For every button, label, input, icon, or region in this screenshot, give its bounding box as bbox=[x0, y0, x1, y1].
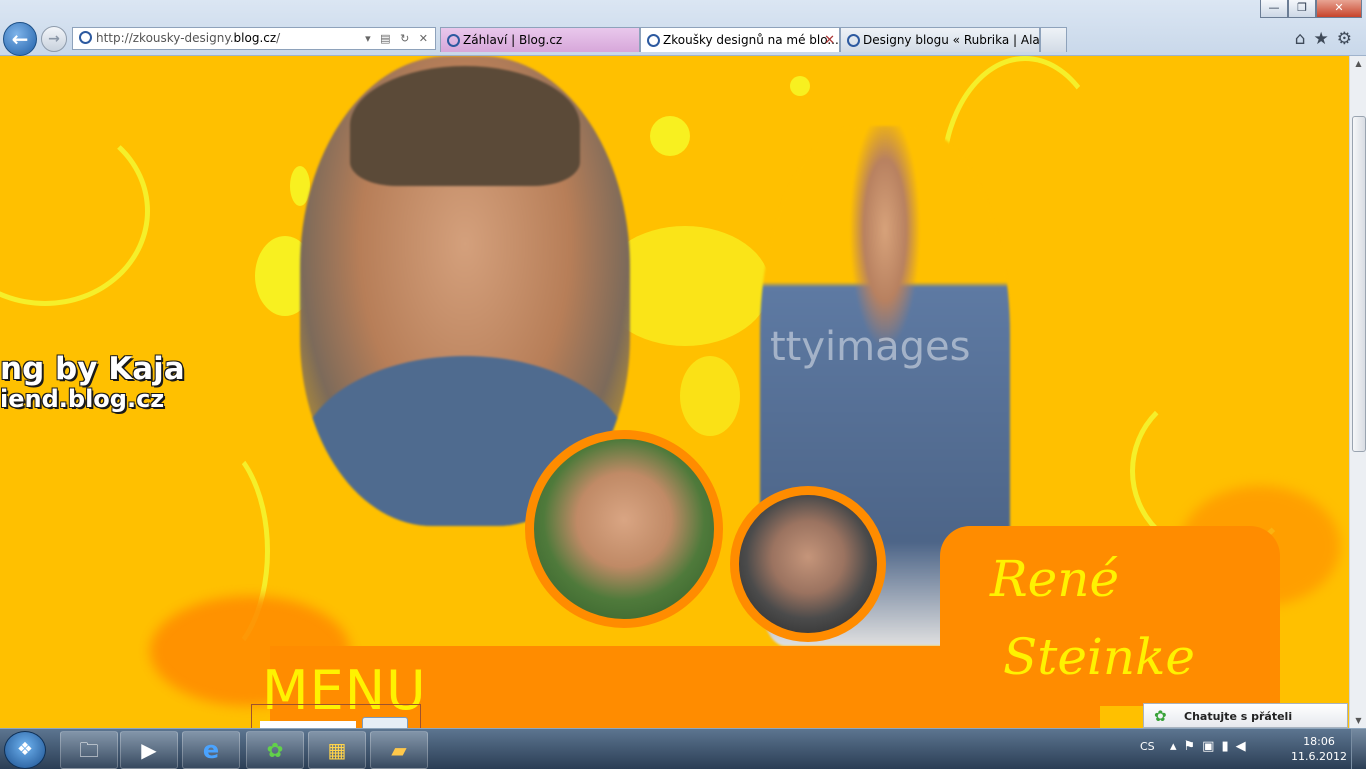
tab-zahlavi[interactable]: Záhlaví | Blog.cz bbox=[440, 27, 640, 52]
restore-button[interactable]: ❐ bbox=[1288, 0, 1316, 18]
name-first: René bbox=[990, 550, 1120, 608]
clock[interactable]: 18:06 11.6.2012 bbox=[1290, 734, 1348, 764]
url-domain: blog.cz bbox=[233, 31, 277, 45]
url-prefix: http://zkousky-designy. bbox=[96, 31, 234, 45]
address-tools[interactable]: ▾ ▤ ↻ ✕ bbox=[365, 28, 431, 49]
new-tab-button[interactable] bbox=[1040, 27, 1067, 52]
paint-splash bbox=[680, 356, 740, 436]
icq-icon: ✿ bbox=[266, 738, 284, 762]
tab-favicon-icon bbox=[647, 34, 660, 47]
window-controls: — ❐ ✕ bbox=[1260, 0, 1362, 18]
taskbar: ❖ 🗀 ▶ e ✿ ▦ ▰ CS ▴⚑▣▮◀ 18:06 11.6.2012 bbox=[0, 728, 1366, 769]
close-button[interactable]: ✕ bbox=[1316, 0, 1362, 18]
taskbar-photo-app[interactable]: ▦ bbox=[308, 731, 366, 769]
scroll-down-icon[interactable]: ▼ bbox=[1351, 713, 1366, 728]
internet-explorer-icon: e bbox=[202, 736, 220, 764]
taskbar-video-app[interactable]: ▰ bbox=[370, 731, 428, 769]
address-bar[interactable]: http://zkousky-designy.blog.cz/ ▾ ▤ ↻ ✕ bbox=[72, 27, 436, 50]
forward-arrow-icon: → bbox=[48, 31, 60, 47]
portrait-hair bbox=[350, 66, 580, 186]
windows-logo-icon: ❖ bbox=[16, 739, 34, 760]
show-desktop-button[interactable] bbox=[1351, 729, 1366, 769]
paint-splash bbox=[790, 76, 810, 96]
site-favicon-icon bbox=[79, 31, 92, 44]
clock-date: 11.6.2012 bbox=[1291, 750, 1347, 763]
language-indicator[interactable]: CS bbox=[1140, 740, 1155, 753]
photo-app-icon: ▦ bbox=[327, 738, 347, 762]
taskbar-media-player[interactable]: ▶ bbox=[120, 731, 178, 769]
tab-zkousky-designu[interactable]: Zkoušky designů na mé blo... ✕ bbox=[640, 27, 840, 52]
chat-popup[interactable]: ✿ Chatujte s přáteli bbox=[1143, 703, 1348, 728]
start-button[interactable]: ❖ bbox=[4, 731, 46, 769]
forward-button[interactable]: → bbox=[41, 26, 67, 52]
credit-line-2: iend.blog.cz bbox=[0, 385, 165, 414]
tab-label: Záhlaví | Blog.cz bbox=[463, 33, 563, 47]
tray-icons[interactable]: ▴⚑▣▮◀ bbox=[1170, 739, 1253, 754]
chat-label: Chatujte s přáteli bbox=[1184, 710, 1293, 723]
browser-right-icons[interactable]: ⌂★⚙ bbox=[1295, 29, 1360, 49]
tab-label: Designy blogu « Rubrika | Alar... bbox=[863, 33, 1040, 47]
taskbar-explorer[interactable]: 🗀 bbox=[60, 731, 118, 769]
icq-flower-icon: ✿ bbox=[1154, 707, 1167, 725]
browser-chrome: — ❐ ✕ ← → http://zkousky-designy.blog.cz… bbox=[0, 0, 1366, 56]
circle-portrait-1 bbox=[525, 430, 723, 628]
circle-portrait-2 bbox=[730, 486, 886, 642]
watermark-text: ttyimages bbox=[770, 324, 971, 370]
search-input[interactable] bbox=[260, 721, 356, 728]
taskbar-icq[interactable]: ✿ bbox=[246, 731, 304, 769]
tab-designy-blogu[interactable]: Designy blogu « Rubrika | Alar... bbox=[840, 27, 1040, 52]
back-arrow-icon: ← bbox=[11, 27, 29, 51]
search-button[interactable] bbox=[362, 717, 408, 728]
tab-close-icon[interactable]: ✕ bbox=[824, 28, 835, 52]
tab-favicon-icon bbox=[447, 34, 460, 47]
back-button[interactable]: ← bbox=[3, 22, 37, 56]
scroll-up-icon[interactable]: ▲ bbox=[1351, 56, 1366, 71]
minimize-button[interactable]: — bbox=[1260, 0, 1288, 18]
media-player-icon: ▶ bbox=[141, 738, 157, 762]
tab-favicon-icon bbox=[847, 34, 860, 47]
tab-label: Zkoušky designů na mé blo... bbox=[663, 33, 839, 47]
vertical-scrollbar[interactable]: ▲ ▼ bbox=[1349, 56, 1366, 728]
url-suffix: / bbox=[276, 31, 281, 45]
scroll-thumb[interactable] bbox=[1352, 116, 1366, 452]
taskbar-internet-explorer[interactable]: e bbox=[182, 731, 240, 769]
clock-time: 18:06 bbox=[1303, 735, 1335, 748]
search-form bbox=[251, 704, 421, 728]
decorative-swirl bbox=[0, 116, 150, 306]
design-credit: ng by Kaja iend.blog.cz bbox=[0, 351, 185, 414]
paint-splash bbox=[650, 116, 690, 156]
name-last: Steinke bbox=[1003, 628, 1196, 686]
page-viewport: ng by Kaja iend.blog.cz ttyimages René S… bbox=[0, 56, 1349, 728]
folder-icon: 🗀 bbox=[79, 738, 99, 762]
video-app-icon: ▰ bbox=[391, 738, 407, 762]
credit-line-1: ng by Kaja bbox=[0, 351, 185, 387]
